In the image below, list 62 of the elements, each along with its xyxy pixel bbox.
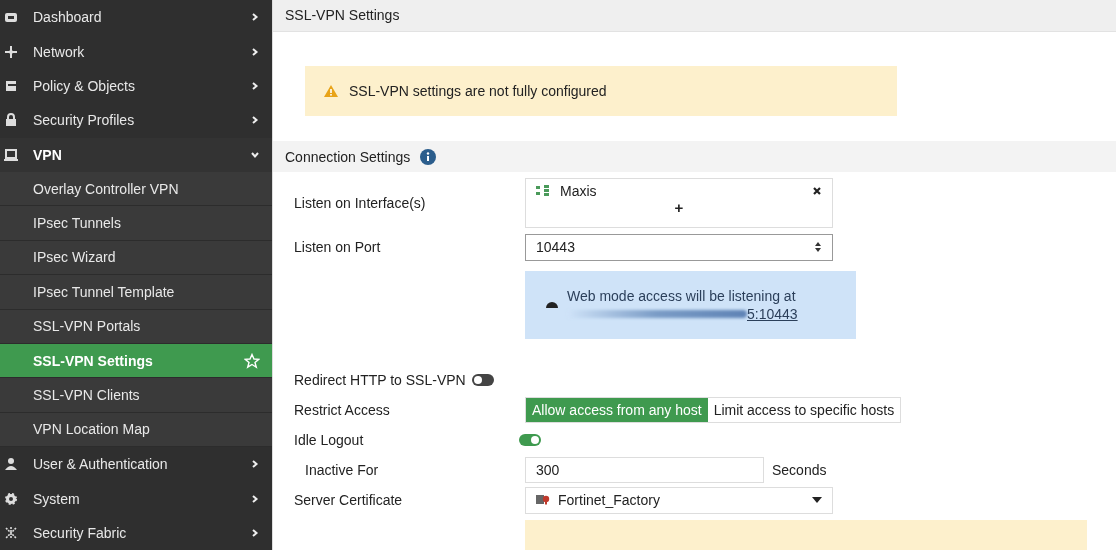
port-field[interactable]: 10443 xyxy=(525,234,833,261)
user-icon xyxy=(4,457,18,472)
cloud-icon xyxy=(545,300,559,310)
field-label: Listen on Port xyxy=(294,239,382,256)
fabric-icon xyxy=(4,526,18,541)
certificate-icon xyxy=(536,494,550,507)
unit-label: Seconds xyxy=(772,462,827,478)
chevron-right-icon xyxy=(250,80,260,91)
sidebar-item[interactable]: IPsec Tunnels xyxy=(0,206,272,241)
dashboard-icon xyxy=(4,10,18,25)
caret-icon xyxy=(812,497,822,504)
sidebar-item[interactable]: Security Fabric xyxy=(0,515,272,550)
sidebar-item[interactable]: VPN Location Map xyxy=(0,412,272,448)
sidebar-item[interactable]: VPN xyxy=(0,137,272,172)
chevron-right-icon xyxy=(250,459,260,470)
address-link[interactable]: 5:10443 xyxy=(747,306,798,322)
interface-icon xyxy=(536,185,550,197)
field-label: Listen on Interface(s) xyxy=(294,195,427,211)
policy-icon xyxy=(4,78,18,93)
interface-value: Maxis xyxy=(560,183,598,199)
add-interface-button[interactable]: + xyxy=(674,199,684,216)
sidebar-item[interactable]: SSL-VPN Portals xyxy=(0,309,272,344)
sidebar-item[interactable]: IPsec Wizard xyxy=(0,240,272,276)
field-label: Restrict Access xyxy=(294,402,391,418)
field-label: Server Certificate xyxy=(294,492,404,509)
network-icon xyxy=(4,44,18,59)
sidebar-item[interactable]: IPsec Tunnel Template xyxy=(0,275,272,310)
sidebar-item[interactable]: Policy & Objects xyxy=(0,68,272,104)
sidebar-item[interactable]: SSL-VPN Settings xyxy=(0,343,272,379)
chevron-right-icon xyxy=(250,115,260,126)
section-title: Connection Settings xyxy=(285,148,411,165)
lock-icon xyxy=(4,113,18,128)
option-button[interactable]: Limit access to specific hosts xyxy=(707,398,901,422)
chevron-right-icon xyxy=(250,528,260,539)
gear-icon xyxy=(4,491,18,506)
sidebar-item[interactable]: Network xyxy=(0,34,272,69)
chevron-right-icon xyxy=(250,46,260,57)
option-button[interactable]: Allow access from any host xyxy=(526,398,708,422)
page-title: SSL-VPN Settings xyxy=(285,7,400,24)
warning-icon xyxy=(323,84,339,98)
sidebar-item[interactable]: Security Profiles xyxy=(0,103,272,138)
sidebar-item[interactable]: SSL-VPN Clients xyxy=(0,378,272,413)
warning-text: SSL-VPN settings are not fully configured xyxy=(349,83,607,99)
field-label: Inactive For xyxy=(304,462,380,478)
chevron-right-icon xyxy=(250,493,260,504)
chevron-right-icon xyxy=(250,12,260,23)
toggle-switch[interactable] xyxy=(519,434,541,446)
field-label: Redirect HTTP to SSL-VPN xyxy=(294,372,466,388)
laptop-icon xyxy=(4,147,18,162)
interface-select[interactable]: Maxis + xyxy=(525,178,833,228)
sidebar-item[interactable]: User & Authentication xyxy=(0,447,272,482)
certificate-dropdown[interactable]: Fortinet_Factory xyxy=(525,487,833,514)
close-icon[interactable] xyxy=(812,186,822,196)
toggle-switch[interactable] xyxy=(471,374,494,386)
star-icon[interactable] xyxy=(244,352,260,369)
field-label: Idle Logout xyxy=(294,432,365,448)
sidebar-item[interactable]: Overlay Controller VPN xyxy=(0,171,272,207)
info-icon xyxy=(420,148,437,165)
sidebar-item[interactable]: Dashboard xyxy=(0,0,272,35)
sidebar-item[interactable]: System xyxy=(0,481,272,516)
info-text: Web mode access will be listening at xyxy=(567,288,797,304)
spinner-icon[interactable] xyxy=(814,241,822,254)
